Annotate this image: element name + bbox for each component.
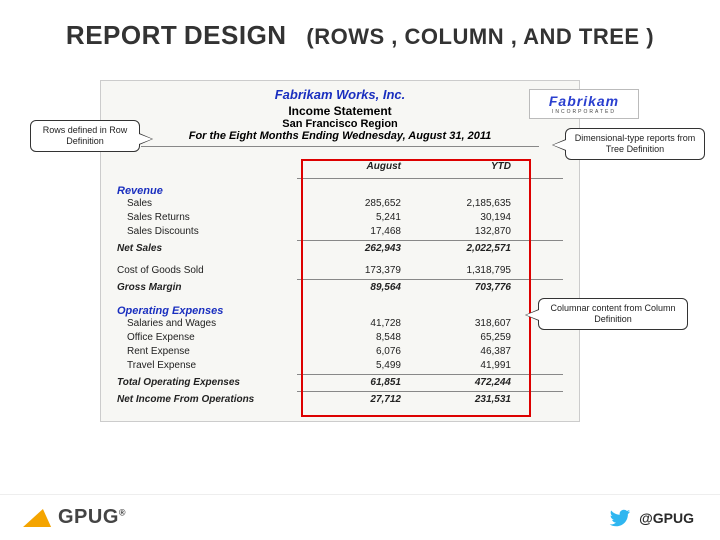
table-row: Sales 285,652 2,185,635: [117, 197, 563, 211]
divider: [297, 240, 563, 241]
twitter-icon: [609, 507, 631, 529]
report-period: For the Eight Months Ending Wednesday, A…: [101, 130, 579, 142]
footer: GPUG® @GPUG: [0, 494, 720, 540]
title-word: TREE: [579, 24, 640, 49]
report-header: Fabrikam Works, Inc. Income Statement Sa…: [101, 81, 579, 155]
callout-column: Columnar content from Column Definition: [538, 298, 688, 330]
twitter-handle: @GPUG: [639, 510, 694, 526]
divider: [141, 146, 539, 147]
divider: [297, 178, 563, 179]
title-word: DESIGN: [184, 20, 287, 50]
gpug-logo-icon: [23, 509, 57, 527]
divider: [297, 279, 563, 280]
section-header-opex: Operating Expenses: [117, 305, 563, 317]
report-region: San Francisco Region: [101, 118, 579, 130]
col-header: August: [297, 161, 407, 172]
column-header-row: August YTD: [117, 161, 563, 172]
table-row: Travel Expense 5,499 41,991: [117, 359, 563, 373]
report-title: Income Statement: [101, 104, 579, 118]
table-row-total: Net Income From Operations 27,712 231,53…: [117, 393, 563, 407]
title-word: COLUMN: [405, 24, 505, 49]
title-word: (ROWS ,: [306, 24, 398, 49]
table-row: Cost of Goods Sold 173,379 1,318,795: [117, 264, 563, 278]
table-row-total: Total Operating Expenses 61,851 472,244: [117, 376, 563, 390]
table-row-total: Gross Margin 89,564 703,776: [117, 281, 563, 295]
fabrikam-logo-sub: INCORPORATED: [552, 109, 616, 115]
fabrikam-logo: Fabrikam INCORPORATED: [529, 89, 639, 119]
col-header: YTD: [407, 161, 517, 172]
callout-tree: Dimensional-type reports from Tree Defin…: [565, 128, 705, 160]
title-word: ): [646, 24, 654, 49]
section-header-revenue: Revenue: [117, 185, 563, 197]
table-row-total: Net Sales 262,943 2,022,571: [117, 242, 563, 256]
report-body: August YTD Revenue Sales 285,652 2,185,6…: [101, 155, 579, 421]
footer-right: @GPUG: [609, 507, 694, 529]
callout-tail: [525, 309, 539, 321]
table-row: Office Expense 8,548 65,259: [117, 331, 563, 345]
report-company: Fabrikam Works, Inc.: [101, 87, 579, 102]
title-word: REPORT: [66, 20, 177, 50]
gpug-logo: GPUG®: [26, 506, 126, 529]
table-row: Rent Expense 6,076 46,387: [117, 345, 563, 359]
title-word: , AND: [511, 24, 573, 49]
callout-tail: [139, 133, 153, 145]
table-row: Salaries and Wages 41,728 318,607: [117, 317, 563, 331]
slide-title: REPORT DESIGN (ROWS , COLUMN , AND TREE …: [0, 20, 720, 51]
fabrikam-logo-text: Fabrikam: [549, 93, 619, 109]
table-row: Sales Discounts 17,468 132,870: [117, 225, 563, 239]
callout-rows: Rows defined in Row Definition: [30, 120, 140, 152]
gpug-logo-text: GPUG®: [58, 506, 126, 529]
callout-tail: [552, 139, 566, 151]
table-row: Sales Returns 5,241 30,194: [117, 211, 563, 225]
report-preview: Fabrikam Works, Inc. Income Statement Sa…: [100, 80, 580, 422]
divider: [297, 374, 563, 375]
divider: [297, 391, 563, 392]
